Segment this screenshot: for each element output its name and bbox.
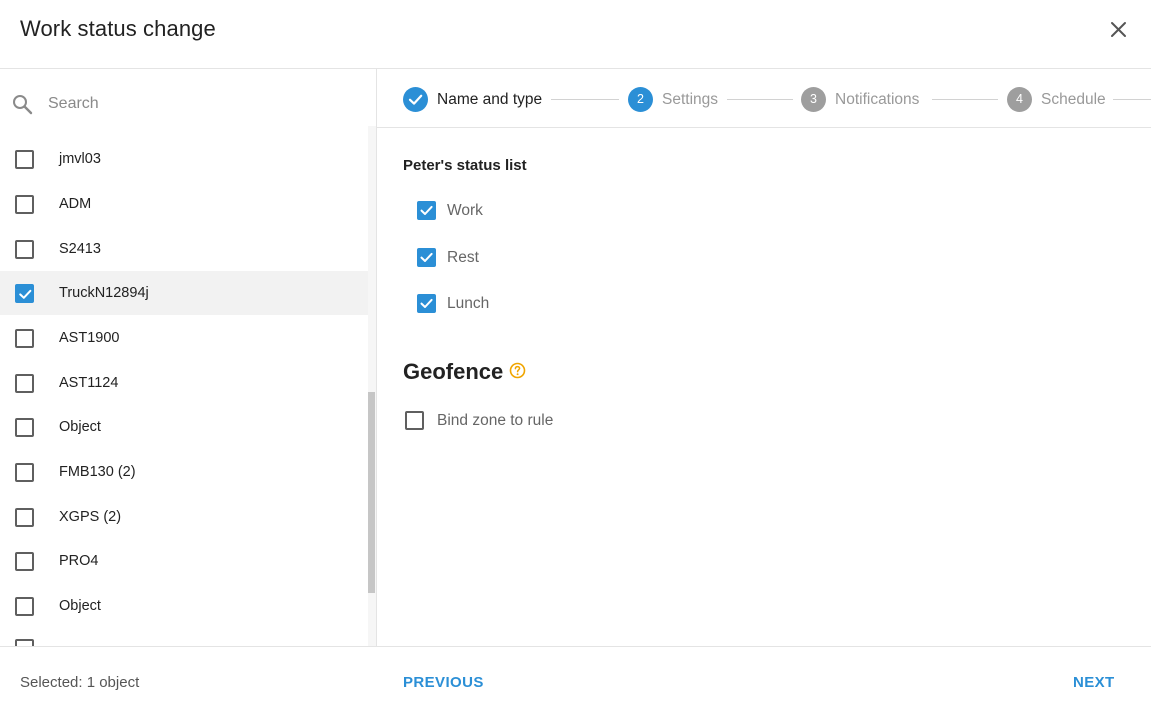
status-option-work[interactable]: Work: [417, 200, 717, 222]
help-icon[interactable]: [509, 362, 526, 379]
list-item[interactable]: Object: [0, 405, 368, 449]
list-item-label: jmvl03: [59, 151, 101, 167]
list-item-label: Object: [59, 598, 101, 614]
checkbox[interactable]: [15, 418, 34, 437]
step-number: 2: [628, 87, 653, 112]
scrollbar-thumb[interactable]: [368, 392, 375, 593]
status-option-label: Work: [447, 202, 483, 219]
checkbox[interactable]: [15, 195, 34, 214]
bind-zone-label: Bind zone to rule: [437, 412, 554, 429]
step-label: Notifications: [835, 91, 920, 108]
settings-panel: Name and type 2 Settings 3 Notifications…: [377, 69, 1151, 646]
status-option-label: Lunch: [447, 295, 490, 312]
object-list: jmvl03 ADM S2413 TruckN12894j AST1900 AST1124…: [0, 138, 368, 646]
checkbox-checked[interactable]: [417, 248, 436, 267]
stepper: Name and type 2 Settings 3 Notifications…: [377, 69, 1151, 128]
list-item[interactable]: FMB130 (2): [0, 450, 368, 494]
checkbox-checked[interactable]: [417, 294, 436, 313]
list-item-label: ADM: [59, 196, 92, 212]
checkbox[interactable]: [15, 508, 34, 527]
list-item[interactable]: PRO4: [0, 539, 368, 583]
status-option-label: Rest: [447, 249, 479, 266]
step-connector: [551, 99, 619, 100]
list-item[interactable]: S2413: [0, 227, 368, 271]
list-item[interactable]: ADM: [0, 182, 368, 226]
status-list-title: Peter's status list: [403, 157, 527, 174]
list-item[interactable]: AST1124: [0, 361, 368, 405]
selected-count: Selected: 1 object: [20, 674, 140, 691]
list-item[interactable]: AST1900: [0, 316, 368, 360]
list-item-label: AST1900: [59, 330, 120, 346]
checkbox[interactable]: [15, 463, 34, 482]
search-input[interactable]: [48, 91, 348, 117]
step-number: 3: [801, 87, 826, 112]
list-item[interactable]: XGPS (2): [0, 495, 368, 539]
geofence-title: Geofence: [403, 359, 504, 384]
next-button[interactable]: NEXT: [1073, 674, 1115, 691]
step-label: Schedule: [1041, 91, 1106, 108]
checkbox[interactable]: [15, 639, 34, 646]
close-icon[interactable]: [1106, 17, 1132, 43]
list-item[interactable]: jmvl03: [0, 138, 368, 181]
list-item-label: XGPS (2): [59, 509, 122, 525]
checkbox[interactable]: [15, 329, 34, 348]
list-item-label: Object: [59, 419, 101, 435]
list-item-label: TruckN12894j: [59, 285, 149, 301]
list-item-label: S2413: [59, 241, 101, 257]
step-label: Name and type: [437, 91, 543, 108]
list-item-label: PRO4: [59, 553, 99, 569]
search-icon: [12, 94, 34, 116]
list-item-label: AST1124: [59, 375, 119, 391]
dialog-footer: Selected: 1 object PREVIOUS NEXT: [0, 646, 1151, 702]
list-item-label: FMB130 (2): [59, 464, 136, 480]
status-option-lunch[interactable]: Lunch: [417, 293, 717, 315]
checkbox[interactable]: [15, 552, 34, 571]
checkbox[interactable]: [15, 597, 34, 616]
list-item[interactable]: [0, 626, 368, 646]
step-label: Settings: [662, 91, 719, 108]
step-number: 4: [1007, 87, 1032, 112]
checkbox[interactable]: [15, 240, 34, 259]
previous-button[interactable]: PREVIOUS: [403, 674, 484, 691]
checkbox-checked[interactable]: [15, 284, 34, 303]
step-connector: [727, 99, 793, 100]
dialog-header: Work status change: [0, 0, 1151, 69]
list-item[interactable]: Object: [0, 584, 368, 628]
check-icon: [403, 87, 428, 112]
search-bar: [0, 69, 376, 127]
checkbox[interactable]: [15, 374, 34, 393]
object-panel: jmvl03 ADM S2413 TruckN12894j AST1900 AST1124…: [0, 69, 377, 646]
bind-zone-checkbox[interactable]: [405, 411, 424, 430]
list-item[interactable]: TruckN12894j: [0, 271, 368, 315]
status-option-rest[interactable]: Rest: [417, 247, 717, 269]
checkbox-checked[interactable]: [417, 201, 436, 220]
step-connector: [1113, 99, 1151, 100]
step-connector: [932, 99, 998, 100]
dialog-title: Work status change: [20, 16, 216, 41]
checkbox[interactable]: [15, 150, 34, 169]
bind-zone-option[interactable]: Bind zone to rule: [405, 410, 705, 432]
